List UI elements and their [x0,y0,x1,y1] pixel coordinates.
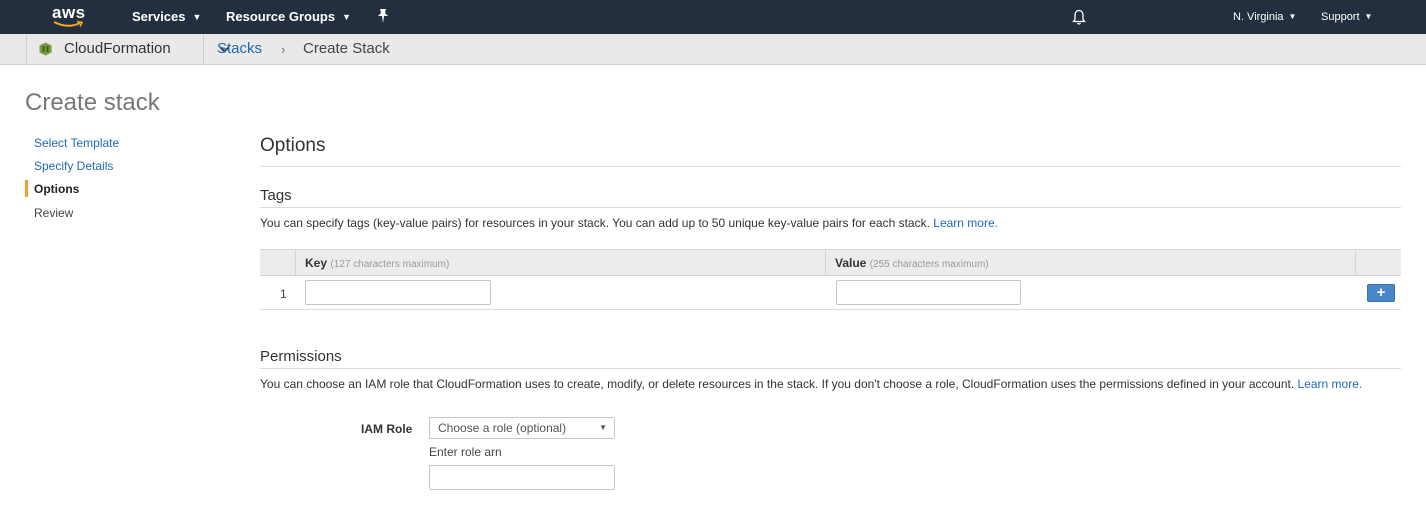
chevron-down-icon: ▼ [1364,12,1373,21]
service-name-label: CloudFormation [64,40,171,57]
pin-icon[interactable] [376,8,390,24]
value-header-hint: (255 characters maximum) [869,259,989,270]
support-label: Support [1321,11,1360,23]
services-label: Services [132,9,186,24]
services-menu[interactable]: Services ▼ [132,9,201,24]
page-title: Create stack [25,89,160,116]
iam-role-select[interactable]: Choose a role (optional) ▼ [429,417,615,439]
step-review: Review [34,206,74,220]
role-arn-label: Enter role arn [429,445,502,459]
tags-heading: Tags [260,187,292,204]
permissions-learn-more-link[interactable]: Learn more. [1298,377,1363,391]
permissions-heading: Permissions [260,348,342,365]
iam-role-selected-value: Choose a role (optional) [438,421,567,435]
cloudformation-icon [39,42,52,56]
chevron-down-icon: ▼ [192,12,202,22]
service-breadcrumb-bar: CloudFormation [0,34,1426,65]
breadcrumb-stacks-link[interactable]: Stacks [217,40,262,57]
aws-logo[interactable]: aws [52,2,88,30]
breadcrumb-current: Create Stack [303,40,390,57]
tags-row-divider [260,309,1401,310]
permissions-description-text: You can choose an IAM role that CloudFor… [260,377,1295,391]
tag-value-input[interactable] [836,280,1021,305]
region-menu[interactable]: N. Virginia ▼ [1233,11,1296,23]
add-tag-button[interactable]: + [1367,284,1395,302]
permissions-description: You can choose an IAM role that CloudFor… [260,377,1362,391]
tag-key-input[interactable] [305,280,491,305]
column-divider [1355,250,1356,276]
options-heading: Options [260,135,326,156]
value-header-label: Value [835,256,867,270]
role-arn-input[interactable] [429,465,615,490]
chevron-down-icon: ▼ [1288,12,1297,21]
bell-icon[interactable] [1072,9,1086,26]
column-divider [825,250,826,276]
service-name[interactable]: CloudFormation [64,40,230,57]
step-specify-details[interactable]: Specify Details [34,159,113,173]
permissions-divider [260,368,1401,369]
tags-learn-more-link[interactable]: Learn more. [933,216,998,230]
resource-groups-label: Resource Groups [226,9,336,24]
key-header-hint: (127 characters maximum) [330,259,450,270]
tags-table-header: Key (127 characters maximum) Value (255 … [260,249,1401,276]
key-header-label: Key [305,256,328,270]
top-navigation-bar: aws Services ▼ Resource Groups ▼ N. Virgin… [0,0,1426,34]
step-select-template[interactable]: Select Template [34,136,119,150]
step-options: Options [34,182,80,196]
chevron-down-icon: ▼ [342,12,352,22]
tag-row-number: 1 [280,287,287,301]
resource-groups-menu[interactable]: Resource Groups ▼ [226,9,351,24]
value-column-header: Value (255 characters maximum) [835,256,989,270]
iam-role-label: IAM Role [361,422,413,436]
dropdown-arrow-icon: ▼ [599,423,607,432]
breadcrumb-separator: › [281,42,286,57]
tags-divider [260,207,1401,208]
support-menu[interactable]: Support ▼ [1321,11,1372,23]
options-divider [260,166,1401,167]
service-switcher[interactable]: CloudFormation [26,34,230,64]
column-divider [295,250,296,276]
key-column-header: Key (127 characters maximum) [305,256,449,270]
aws-smile-icon [53,20,84,27]
tags-description: You can specify tags (key-value pairs) f… [260,216,998,230]
region-label: N. Virginia [1233,11,1284,23]
tags-description-text: You can specify tags (key-value pairs) f… [260,216,930,230]
active-step-indicator [25,180,28,197]
